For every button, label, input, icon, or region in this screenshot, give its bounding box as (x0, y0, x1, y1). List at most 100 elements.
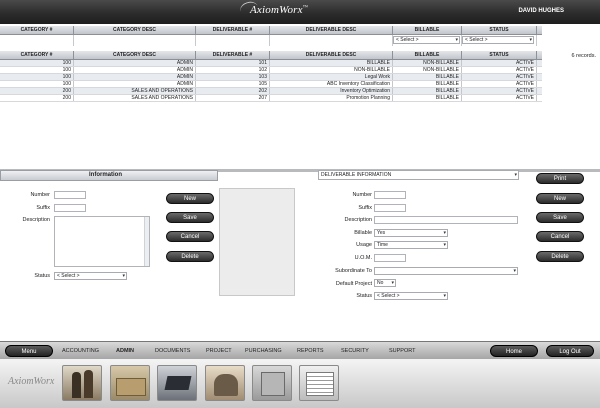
nav-support[interactable]: SUPPORT (389, 348, 416, 354)
col-category-num[interactable]: CATEGORY # (0, 26, 74, 34)
left-new-button[interactable]: New (166, 193, 214, 204)
safe-icon[interactable] (252, 365, 292, 401)
right-cancel-button[interactable]: Cancel (536, 231, 584, 242)
col-billable[interactable]: BILLABLE (393, 51, 462, 59)
left-suffix-input[interactable] (54, 204, 86, 212)
nav-project[interactable]: PROJECT (206, 348, 232, 354)
print-button[interactable]: Print (536, 173, 584, 184)
left-number-input[interactable] (54, 191, 86, 199)
status-filter-select[interactable]: < Select > (462, 36, 534, 44)
top-bar: AxiomWorx™ DAVID HUGHES (0, 0, 600, 24)
col-status[interactable]: STATUS (462, 51, 537, 59)
cell-billable: BILLABLE (393, 81, 462, 87)
billable-filter-select[interactable]: < Select > (393, 36, 460, 44)
right-new-button[interactable]: New (536, 193, 584, 204)
billable-label: Billable (354, 230, 372, 236)
right-status-select[interactable]: < Select > (374, 292, 448, 300)
col-category-num[interactable]: CATEGORY # (0, 51, 74, 59)
cell-deliverable-num: 101 (196, 60, 270, 66)
nav-purchasing[interactable]: PURCHASING (245, 348, 282, 354)
col-billable[interactable]: BILLABLE (393, 26, 462, 34)
left-status-select[interactable]: < Select > (54, 272, 127, 280)
col-deliverable-num[interactable]: DELIVERABLE # (196, 51, 270, 59)
uom-input[interactable] (374, 254, 406, 262)
col-category-desc[interactable]: CATEGORY DESC (74, 26, 196, 34)
record-count: 6 records. (571, 53, 596, 59)
cell-category-num: 200 (0, 95, 74, 101)
suffix-label: Suffix (358, 205, 372, 211)
billable-select[interactable]: Yes (374, 229, 448, 237)
cell-deliverable-desc: Inventory Optimization (270, 88, 393, 94)
left-save-button[interactable]: Save (166, 212, 214, 223)
results-table-header: CATEGORY # CATEGORY DESC DELIVERABLE # D… (0, 51, 542, 60)
col-status[interactable]: STATUS (462, 26, 537, 34)
table-row[interactable]: 200 SALES AND OPERATIONS 207 Promotion P… (0, 95, 542, 102)
filter-cell-empty (0, 35, 74, 46)
subordinate-select[interactable] (374, 267, 518, 275)
cell-billable: BILLABLE (393, 88, 462, 94)
person-figure-icon (72, 372, 81, 398)
right-save-button[interactable]: Save (536, 212, 584, 223)
logout-button[interactable]: Log Out (546, 345, 594, 357)
cell-status: ACTIVE (462, 88, 537, 94)
filter-row: < Select > < Select > (0, 35, 542, 46)
left-description-textarea[interactable] (54, 216, 150, 267)
status-label: Status (34, 273, 50, 279)
filter-cell-empty (270, 35, 393, 46)
cell-billable: BILLABLE (393, 95, 462, 101)
nav-reports[interactable]: REPORTS (297, 348, 324, 354)
menu-button[interactable]: Menu (5, 345, 53, 357)
cell-category-desc: ADMIN (74, 67, 196, 73)
bottom-nav: Menu ACCOUNTING ADMIN DOCUMENTS PROJECT … (0, 341, 600, 359)
table-row[interactable]: 100 ADMIN 105 ABC Inventory Classificati… (0, 81, 542, 88)
filter-cell-empty (196, 35, 270, 46)
safe-door-icon (261, 372, 285, 396)
default-project-select[interactable]: No (374, 279, 396, 287)
col-deliverable-desc[interactable]: DELIVERABLE DESC (270, 51, 393, 59)
team-icon[interactable] (205, 365, 245, 401)
col-category-desc[interactable]: CATEGORY DESC (74, 51, 196, 59)
left-cancel-button[interactable]: Cancel (166, 231, 214, 242)
people-icon[interactable] (62, 365, 102, 401)
right-number-input[interactable] (374, 191, 406, 199)
usage-select[interactable]: Time (374, 241, 448, 249)
nav-admin[interactable]: ADMIN (116, 348, 134, 354)
left-panel-title-bar: Information (0, 170, 218, 181)
cell-billable: NON-BILLABLE (393, 67, 462, 73)
newspaper-icon[interactable] (299, 365, 339, 401)
table-row[interactable]: 100 ADMIN 101 BILLABLE NON-BILLABLE ACTI… (0, 60, 542, 67)
table-row[interactable]: 100 ADMIN 102 NON-BILLABLE NON-BILLABLE … (0, 67, 542, 74)
home-button[interactable]: Home (490, 345, 538, 357)
folders-icon[interactable] (110, 365, 150, 401)
icon-bar: AxiomWorx (0, 359, 600, 408)
right-suffix-input[interactable] (374, 204, 406, 212)
left-panel-title: Information (89, 172, 122, 178)
cell-billable: BILLABLE (393, 74, 462, 80)
laptop-icon[interactable] (157, 365, 197, 401)
cell-billable: NON-BILLABLE (393, 60, 462, 66)
laptop-screen-icon (164, 376, 192, 390)
table-row[interactable]: 200 SALES AND OPERATIONS 202 Inventory O… (0, 88, 542, 95)
right-delete-button[interactable]: Delete (536, 251, 584, 262)
description-label: Description (344, 217, 372, 223)
cell-status: ACTIVE (462, 67, 537, 73)
nav-documents[interactable]: DOCUMENTS (155, 348, 190, 354)
folder-stack-icon (116, 378, 146, 396)
col-deliverable-num[interactable]: DELIVERABLE # (196, 26, 270, 34)
default-project-label: Default Project (335, 281, 372, 287)
cell-deliverable-desc: Promotion Planning (270, 95, 393, 101)
app-logo: AxiomWorx™ (238, 0, 308, 19)
results-table-body: 100 ADMIN 101 BILLABLE NON-BILLABLE ACTI… (0, 60, 542, 102)
cell-deliverable-num: 207 (196, 95, 270, 101)
textarea-scrollbar[interactable] (144, 217, 149, 266)
nav-accounting[interactable]: ACCOUNTING (62, 348, 99, 354)
description-label: Description (22, 217, 50, 223)
table-row[interactable]: 100 ADMIN 103 Legal Work BILLABLE ACTIVE (0, 74, 542, 81)
deliverable-info-select[interactable]: DELIVERABLE INFORMATION (318, 170, 519, 180)
footer-logo: AxiomWorx (8, 376, 55, 387)
cell-category-desc: ADMIN (74, 81, 196, 87)
left-delete-button[interactable]: Delete (166, 251, 214, 262)
right-description-input[interactable] (374, 216, 518, 224)
nav-security[interactable]: SECURITY (341, 348, 369, 354)
col-deliverable-desc[interactable]: DELIVERABLE DESC (270, 26, 393, 34)
